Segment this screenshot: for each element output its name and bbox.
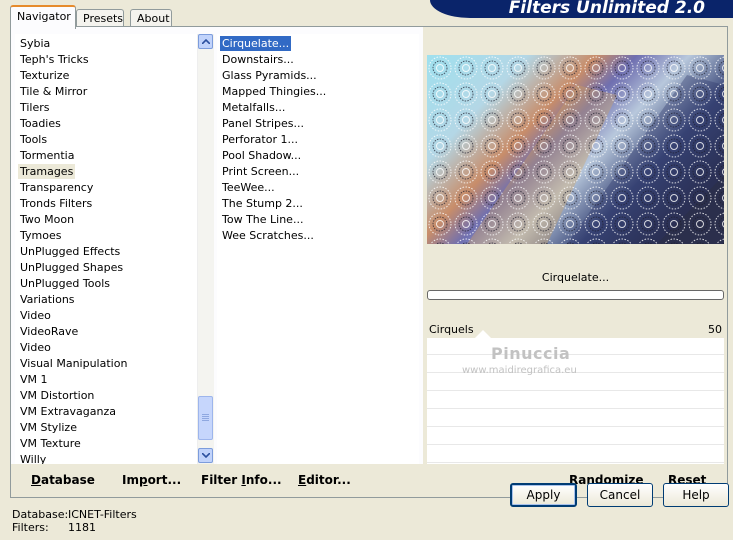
category-list-item[interactable]: Tile & Mirror	[18, 84, 89, 99]
preview-image	[427, 55, 724, 244]
filter-list-item[interactable]: Mapped Thingies...	[220, 84, 328, 99]
category-list-item[interactable]: Tymoes	[18, 228, 63, 243]
watermark-url: www.maidiregrafica.eu	[462, 365, 577, 376]
category-list-item[interactable]: UnPlugged Tools	[18, 276, 112, 291]
scroll-up-button[interactable]	[198, 34, 213, 49]
filter-list-item[interactable]: Glass Pyramids...	[220, 68, 319, 83]
filter-list-item[interactable]: Panel Stripes...	[220, 116, 306, 131]
category-list-item[interactable]: Two Moon	[18, 212, 76, 227]
filter-list[interactable]: Cirquelate... Downstairs... Glass Pyramids…	[217, 34, 419, 464]
category-list-item[interactable]: Tools	[18, 132, 49, 147]
chevron-up-icon	[202, 39, 210, 44]
category-list-item[interactable]: VideoRave	[18, 324, 80, 339]
param-row-empty	[427, 392, 724, 409]
param-value: 50	[708, 323, 722, 336]
filter-list-item[interactable]: The Stump 2...	[220, 196, 305, 211]
category-list-item[interactable]: Tronds Filters	[18, 196, 94, 211]
params-spacer	[427, 304, 724, 322]
param-row-empty	[427, 410, 724, 427]
filter-list-item[interactable]: Perforator 1...	[220, 132, 300, 147]
category-list-item[interactable]: Teph's Tricks	[18, 52, 91, 67]
category-list-item[interactable]: Sybia	[18, 36, 52, 51]
category-scrollbar[interactable]	[197, 34, 214, 464]
progress-bar	[427, 290, 724, 300]
filter-list-item[interactable]: Print Screen...	[220, 164, 301, 179]
filter-list-item[interactable]: TeeWee...	[220, 180, 277, 195]
param-label: Cirquels	[429, 323, 474, 336]
filters-label: Filters:	[12, 521, 49, 534]
param-row-cirquels[interactable]: Cirquels 50	[427, 322, 724, 338]
category-list-item[interactable]: Tramages	[18, 164, 76, 179]
param-row-empty	[427, 428, 724, 445]
filter-list-item[interactable]: Tow The Line...	[220, 212, 305, 227]
import-button[interactable]: Import...	[122, 473, 181, 487]
cancel-button[interactable]: Cancel	[587, 483, 653, 507]
filters-count: 1181	[68, 521, 96, 534]
category-list[interactable]: Sybia Teph's Tricks Texturize Tile & Mirror…	[15, 34, 197, 464]
param-row-empty	[427, 446, 724, 463]
filter-list-item[interactable]: Cirquelate...	[220, 36, 292, 51]
category-list-item[interactable]: Transparency	[18, 180, 95, 195]
app-banner: Filters Unlimited 2.0	[430, 0, 733, 18]
database-label: Database:	[12, 508, 69, 521]
category-list-item[interactable]: Variations	[18, 292, 77, 307]
filter-info-button[interactable]: Filter Info...	[201, 473, 282, 487]
chevron-down-icon	[202, 453, 210, 458]
param-row-empty	[427, 338, 724, 355]
slider-pointer-icon[interactable]	[475, 330, 491, 338]
category-list-item[interactable]: Tormentia	[18, 148, 76, 163]
navigator-panel: Sybia Teph's Tricks Texturize Tile & Mirror…	[10, 26, 728, 498]
watermark-name: Pinuccia	[491, 344, 571, 363]
database-value: ICNET-Filters	[68, 508, 137, 521]
category-list-item[interactable]: VM Texture	[18, 436, 83, 451]
help-button[interactable]: Help	[663, 483, 729, 507]
apply-button[interactable]: Apply	[510, 483, 577, 507]
category-list-item[interactable]: VM Extravaganza	[18, 404, 118, 419]
tab-presets[interactable]: Presets	[76, 9, 124, 27]
tab-about[interactable]: About	[130, 9, 172, 27]
tab-navigator[interactable]: Navigator	[10, 5, 76, 29]
category-list-item[interactable]: Willy	[18, 452, 48, 464]
category-list-item[interactable]: Visual Manipulation	[18, 356, 129, 371]
scroll-thumb[interactable]	[198, 396, 213, 440]
scroll-down-button[interactable]	[198, 448, 213, 463]
param-row-empty	[427, 374, 724, 391]
category-list-item[interactable]: UnPlugged Effects	[18, 244, 122, 259]
editor-button[interactable]: Editor...	[298, 473, 351, 487]
filter-list-item[interactable]: Pool Shadow...	[220, 148, 303, 163]
category-list-item[interactable]: VM 1	[18, 372, 50, 387]
database-button[interactable]: Database	[31, 473, 95, 487]
params-list: Cirquels 50	[427, 322, 724, 464]
app-title: Filters Unlimited 2.0	[508, 0, 705, 18]
category-list-item[interactable]: Video	[18, 308, 53, 323]
category-list-item[interactable]: VM Stylize	[18, 420, 79, 435]
filter-list-item[interactable]: Wee Scratches...	[220, 228, 316, 243]
category-list-item[interactable]: Tilers	[18, 100, 52, 115]
category-list-item[interactable]: Toadies	[18, 116, 63, 131]
current-filter-name: Cirquelate...	[541, 271, 610, 284]
category-list-item[interactable]: UnPlugged Shapes	[18, 260, 125, 275]
category-list-item[interactable]: Texturize	[18, 68, 71, 83]
filter-list-item[interactable]: Downstairs...	[220, 52, 296, 67]
category-list-item[interactable]: VM Distortion	[18, 388, 96, 403]
category-list-item[interactable]: Video	[18, 340, 53, 355]
filter-list-item[interactable]: Metalfalls...	[220, 100, 287, 115]
